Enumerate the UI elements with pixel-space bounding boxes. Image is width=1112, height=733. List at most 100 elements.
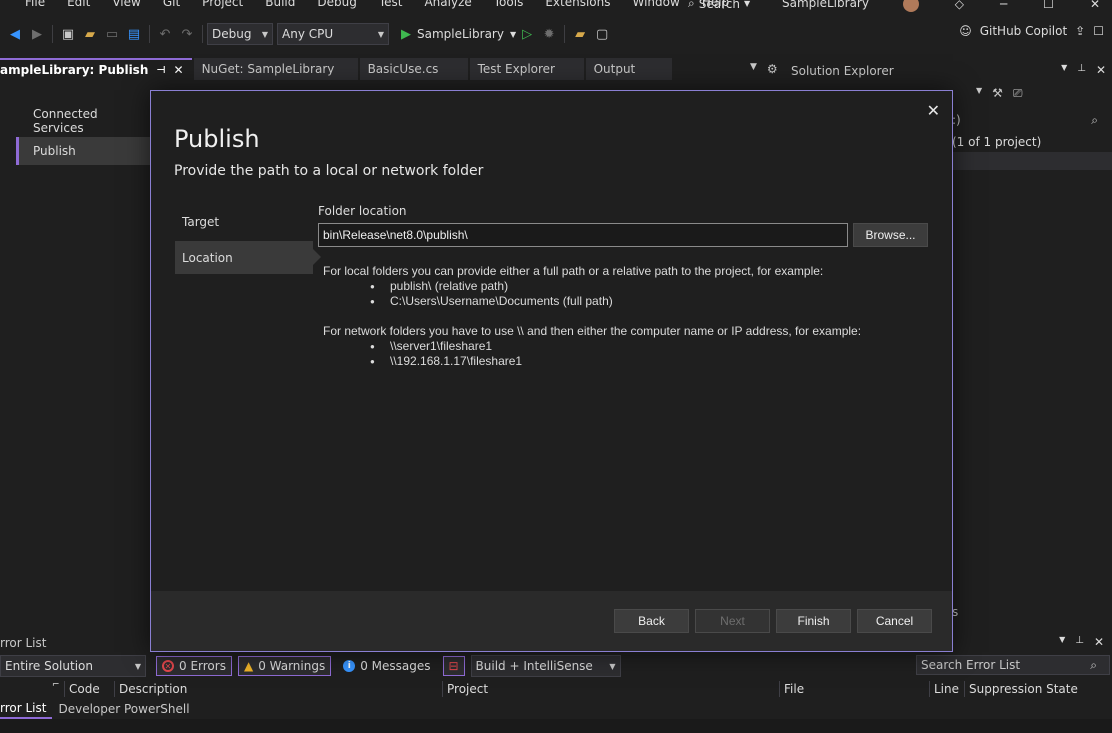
diamond-icon[interactable]: ◇ [955,0,964,11]
configuration-value: Debug [212,27,252,41]
build-filter-select[interactable]: Build + IntelliSense ▼ [470,655,621,677]
cancel-button[interactable]: Cancel [857,609,932,633]
save-icon[interactable]: ▭ [101,23,123,45]
tab-output[interactable]: Output [585,58,672,80]
nav-publish[interactable]: Publish [16,137,150,165]
column-options-icon[interactable]: ⌐ [52,680,60,690]
menu-tools[interactable]: Tools [483,0,535,9]
chevron-down-icon[interactable]: ▼ [976,86,982,101]
step-location[interactable]: Location [175,241,321,274]
messages-count: 0 Messages [360,659,431,673]
menu-test[interactable]: Test [368,0,414,9]
menu-window[interactable]: Window [622,0,691,9]
publish-left-nav: Connected Services Publish [0,82,150,632]
step-target[interactable]: Target [175,205,313,238]
menu-debug[interactable]: Debug [306,0,367,9]
platform-value: Any CPU [282,27,334,41]
start-debugging-button[interactable]: ▶ SampleLibrary ▼ [401,27,516,42]
pin-icon[interactable]: ⊣ [156,65,165,76]
folder-location-input[interactable] [318,223,848,247]
document-tabs: ampleLibrary: Publish ⊣ ✕ NuGet: SampleL… [0,58,785,80]
share-icon[interactable]: ⇪ [1075,24,1085,38]
chevron-down-icon[interactable]: ▼ [1061,63,1067,77]
column-project[interactable]: Project [442,681,488,697]
maximize-icon[interactable]: ☐ [1043,0,1054,11]
solution-folder-icon[interactable]: ▰ [569,23,591,45]
se-search-input[interactable]: :) ⌕ [952,110,1112,130]
close-tab-icon[interactable]: ✕ [174,63,184,77]
menu-analyze[interactable]: Analyze [413,0,482,9]
column-line[interactable]: Line [929,681,959,697]
menu-project[interactable]: Project [191,0,254,9]
menu-edit[interactable]: Edit [56,0,101,9]
se-solution-node[interactable]: (1 of 1 project) [952,133,1112,151]
menu-file[interactable]: File [14,0,56,9]
avatar[interactable] [902,0,919,12]
close-icon[interactable]: ✕ [1096,63,1106,77]
search-icon: ⌕ [1091,112,1098,127]
chevron-down-icon[interactable]: ▼ [1059,635,1065,649]
next-button[interactable]: Next [695,609,770,633]
se-selected-row[interactable] [952,152,1112,170]
github-copilot-button[interactable]: ☺ GitHub Copilot ⇪ ☐ [959,24,1104,38]
finish-button[interactable]: Finish [776,609,851,633]
menu-view[interactable]: View [101,0,151,9]
tab-label: Test Explorer [477,62,555,76]
pin-icon[interactable]: ⊥ [1077,63,1086,77]
forward-nav-icon[interactable]: ▶ [26,23,48,45]
tab-developer-powershell[interactable]: Developer PowerShell [52,699,195,719]
column-suppression-state[interactable]: Suppression State [964,681,1078,697]
new-item-icon[interactable]: ▣ [57,23,79,45]
messages-filter-button[interactable]: i 0 Messages [337,656,436,676]
column-file[interactable]: File [779,681,804,697]
nav-connected-services[interactable]: Connected Services [16,107,150,135]
warnings-count: 0 Warnings [258,659,326,673]
window-layout-icon[interactable]: ▢ [591,23,613,45]
wrench-icon[interactable]: ⚒ [992,86,1003,101]
feedback-icon[interactable]: ☐ [1093,24,1104,38]
tab-label: ampleLibrary: Publish [0,63,149,77]
gear-icon[interactable]: ⚙ [767,62,778,76]
scope-select[interactable]: Entire Solution ▼ [0,655,146,677]
minimize-icon[interactable]: ─ [1000,0,1007,11]
warnings-filter-button[interactable]: ▲ 0 Warnings [237,656,332,676]
error-list-search-input[interactable]: Search Error List ⌕ [916,655,1110,675]
hot-reload-icon[interactable]: ✹ [538,23,560,45]
tab-error-list[interactable]: rror List [0,699,53,719]
preview-icon[interactable]: ⎚ [1013,86,1023,101]
error-list-title: rror List [0,636,47,650]
menu-git[interactable]: Git [152,0,191,9]
tab-test-explorer[interactable]: Test Explorer [469,58,584,80]
tab-publish[interactable]: ampleLibrary: Publish ⊣ ✕ [0,58,192,80]
start-without-debugging-icon[interactable]: ▷ [516,23,538,45]
undo-icon[interactable]: ↶ [154,23,176,45]
list-item: C:\Users\Username\Documents (full path) [370,294,823,309]
column-description[interactable]: Description [114,681,187,697]
search-menu[interactable]: ⌕ Search ▼ [688,0,750,11]
redo-icon[interactable]: ↷ [176,23,198,45]
browse-button[interactable]: Browse... [853,223,928,247]
pin-icon[interactable]: ⊥ [1075,635,1084,649]
tab-nuget[interactable]: NuGet: SampleLibrary [193,58,358,80]
tab-overflow-icon[interactable]: ▼ [750,62,757,76]
errors-filter-button[interactable]: ✕ 0 Errors [156,656,232,676]
publish-dialog: ✕ Publish Provide the path to a local or… [150,90,953,652]
tab-basicuse[interactable]: BasicUse.cs [359,58,468,80]
column-code[interactable]: Code [64,681,100,697]
dialog-subtitle: Provide the path to a local or network f… [174,163,484,179]
open-folder-icon[interactable]: ▰ [79,23,101,45]
filter-icon: ⊟ [448,659,459,673]
close-icon[interactable]: ✕ [927,101,940,120]
back-nav-icon[interactable]: ◀ [4,23,26,45]
configuration-select[interactable]: Debug ▼ [207,23,273,45]
filter-toggle-button[interactable]: ⊟ [442,656,465,676]
platform-select[interactable]: Any CPU ▼ [277,23,389,45]
close-icon[interactable]: ✕ [1094,635,1104,649]
menu-extensions[interactable]: Extensions [534,0,621,9]
close-window-icon[interactable]: ✕ [1090,0,1100,11]
search-icon: ⌕ [1090,657,1097,672]
menu-build[interactable]: Build [254,0,306,9]
error-list-columns: ⌐ Code Description Project File Line Sup… [0,680,1112,698]
back-button[interactable]: Back [614,609,689,633]
save-all-icon[interactable]: ▤ [123,23,145,45]
